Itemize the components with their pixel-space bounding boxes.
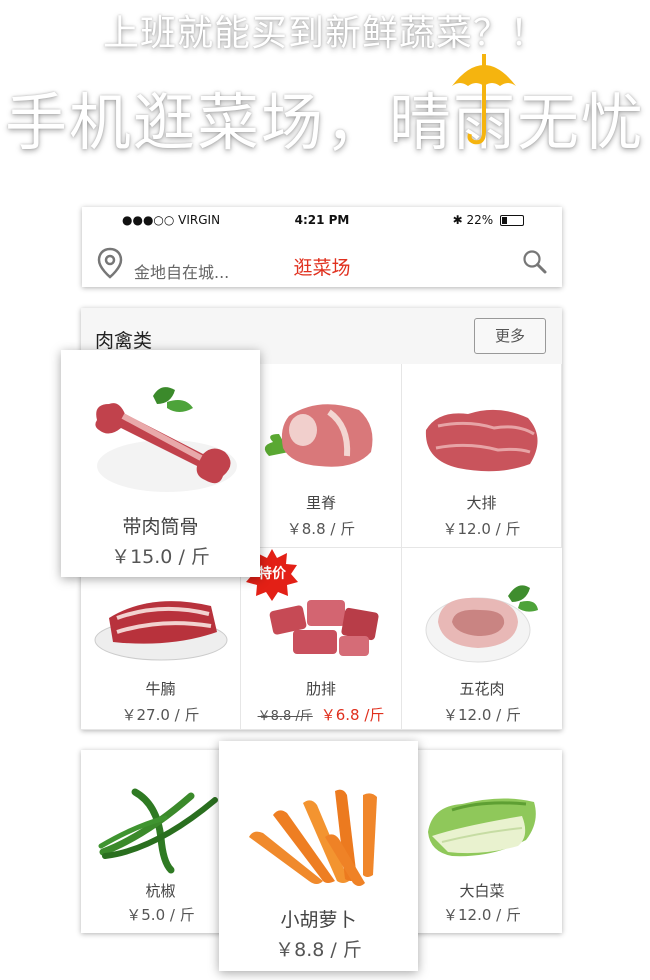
chili-pepper-image: [98, 788, 218, 874]
battery-indicator: ✱ 22%: [453, 213, 524, 227]
product-price: ￥5.0 / 斤: [126, 906, 195, 924]
product-cell-pork-chop[interactable]: 大排 ￥12.0 / 斤: [402, 364, 562, 548]
product-price: ￥8.8 / 斤: [286, 520, 356, 538]
featured-product-marrow-bone[interactable]: 带肉筒骨 ￥15.0 / 斤: [61, 350, 260, 577]
nav-row: 金地自在城... 逛菜场: [82, 233, 562, 287]
battery-icon: [500, 215, 524, 226]
product-cell-pork-belly[interactable]: 五花肉 ￥12.0 / 斤: [402, 548, 562, 730]
page-title: 逛菜场: [293, 257, 351, 279]
baby-carrot-image: [249, 789, 377, 886]
product-cell-napa-cabbage[interactable]: 大白菜 ￥12.0 / 斤: [402, 750, 562, 933]
product-name: 里脊: [305, 494, 336, 512]
status-bar: ●●●○○ VIRGIN 4:21 PM ✱ 22%: [82, 207, 562, 233]
product-price: ￥27.0 / 斤: [121, 706, 200, 724]
banner-subtitle: 上班就能买到新鲜蔬菜？！: [102, 13, 547, 54]
product-price: ￥8.8 /斤 ￥6.8 /斤: [241, 704, 401, 725]
more-button[interactable]: 更多: [474, 318, 546, 354]
product-price: ￥12.0 / 斤: [442, 520, 521, 538]
featured-product-price: ￥15.0 / 斤: [111, 546, 210, 568]
brisket-image: [94, 601, 228, 661]
banner-title: 手机逛菜场，晴雨无忧: [4, 86, 645, 159]
umbrella-icon: [452, 54, 516, 145]
pork-chop-image: [425, 409, 538, 472]
tenderloin-image: [264, 404, 373, 467]
product-name: 大白菜: [459, 882, 505, 900]
app-header: ●●●○○ VIRGIN 4:21 PM ✱ 22% 金地自在城... 逛菜场: [82, 207, 562, 287]
product-price: ￥12.0 / 斤: [443, 706, 521, 724]
product-cell-tenderloin[interactable]: 里脊 ￥8.8 / 斤: [241, 364, 402, 548]
product-name: 肋排: [305, 680, 336, 698]
featured-product-price: ￥8.8 / 斤: [275, 939, 362, 961]
product-cell-chili-pepper[interactable]: 杭椒 ￥5.0 / 斤: [81, 750, 241, 933]
featured-product-name: 带肉筒骨: [122, 516, 199, 538]
category-title: 肉禽类: [95, 330, 153, 352]
product-name: 大排: [466, 494, 497, 512]
search-icon[interactable]: [522, 249, 548, 275]
pork-belly-image: [425, 585, 538, 663]
marrow-bone-image: [95, 387, 237, 492]
product-name: 杭椒: [145, 882, 176, 900]
battery-percent: 22%: [466, 213, 494, 227]
sale-price: ￥6.8 /斤: [320, 706, 385, 724]
original-price: ￥8.8 /斤: [257, 709, 313, 724]
product-name: 牛腩: [145, 680, 176, 698]
bluetooth-icon: ✱: [452, 213, 463, 227]
featured-product-baby-carrot[interactable]: 小胡萝卜 ￥8.8 / 斤: [219, 741, 418, 971]
product-price: ￥12.0 / 斤: [443, 906, 521, 924]
product-name: 五花肉: [459, 680, 505, 698]
napa-cabbage-image: [428, 798, 536, 857]
featured-product-name: 小胡萝卜: [280, 909, 357, 931]
